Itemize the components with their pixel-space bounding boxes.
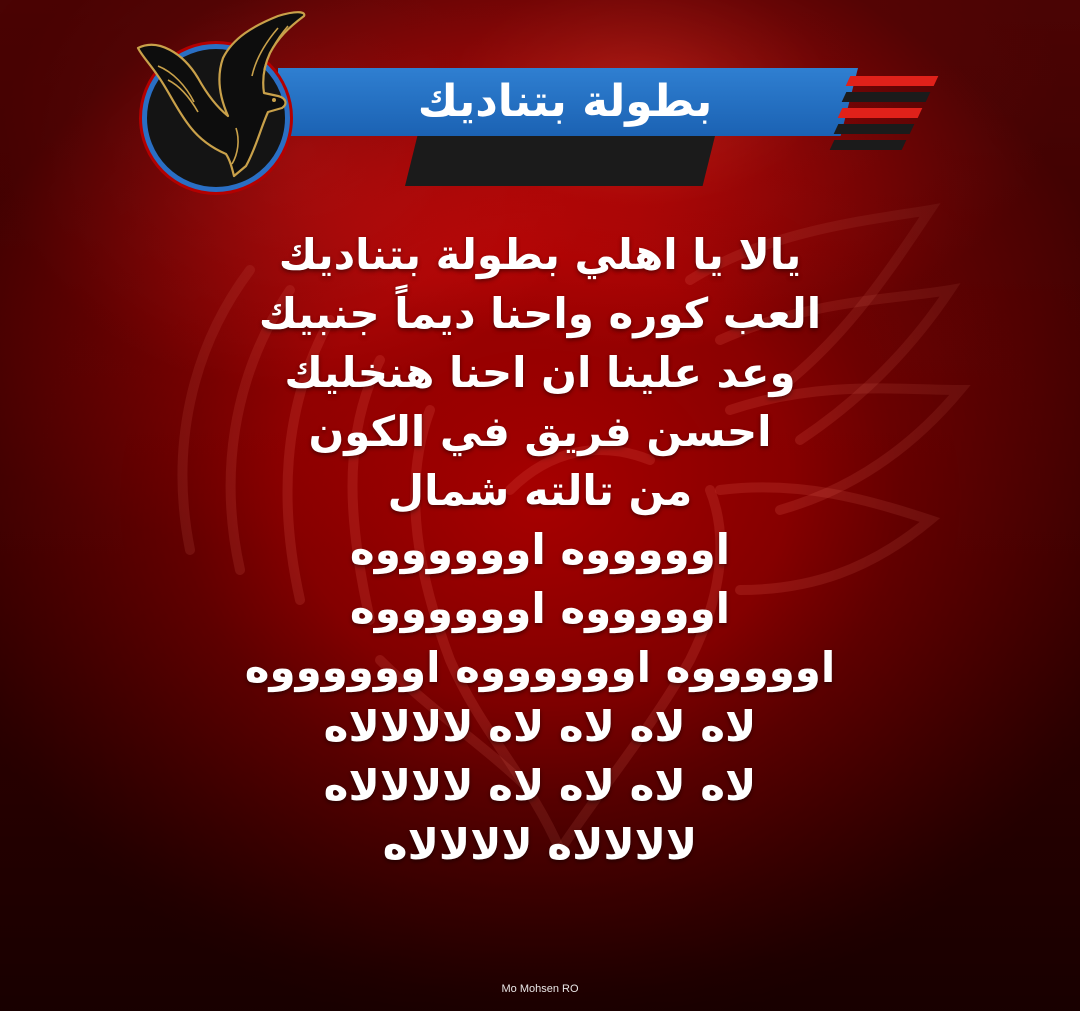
lyric-line: لاه لاه لاه لاه لالالالاه xyxy=(323,702,757,751)
author-credit: Mo Mohsen RO xyxy=(501,983,579,995)
lyric-line: اوووووه اووووووه xyxy=(349,584,731,633)
stripe-dark xyxy=(833,124,915,134)
lyric-line: احسن فريق في الكون xyxy=(308,407,772,456)
eagle-icon xyxy=(136,11,306,178)
lyric-line: اوووووه اووووووه اووووووه xyxy=(244,643,836,692)
stripe-dark xyxy=(829,140,907,150)
lyric-line: اوووووه اووووووه xyxy=(349,525,731,574)
stripe-red xyxy=(845,76,939,86)
page-title: بطولة بتناديك xyxy=(417,76,713,127)
stripe-dark xyxy=(841,92,931,102)
lyric-line: لالالالاه لالالالاه xyxy=(382,820,698,869)
lyrics-block: يالا يا اهلي بطولة بتناديك العب كوره واح… xyxy=(180,225,900,874)
speed-stripes xyxy=(829,72,940,162)
lyric-line: وعد علينا ان احنا هنخليك xyxy=(284,348,796,397)
lyric-line: لاه لاه لاه لاه لالالالاه xyxy=(323,761,757,810)
lyric-line: من تالته شمال xyxy=(387,466,693,515)
title-shadow-bar xyxy=(405,136,715,186)
stripe-red xyxy=(837,108,923,118)
title-header: بطولة بتناديك xyxy=(0,0,1080,200)
lyric-line: العب كوره واحنا ديماً جنبيك xyxy=(258,289,822,338)
lyric-line: يالا يا اهلي بطولة بتناديك xyxy=(278,230,802,279)
